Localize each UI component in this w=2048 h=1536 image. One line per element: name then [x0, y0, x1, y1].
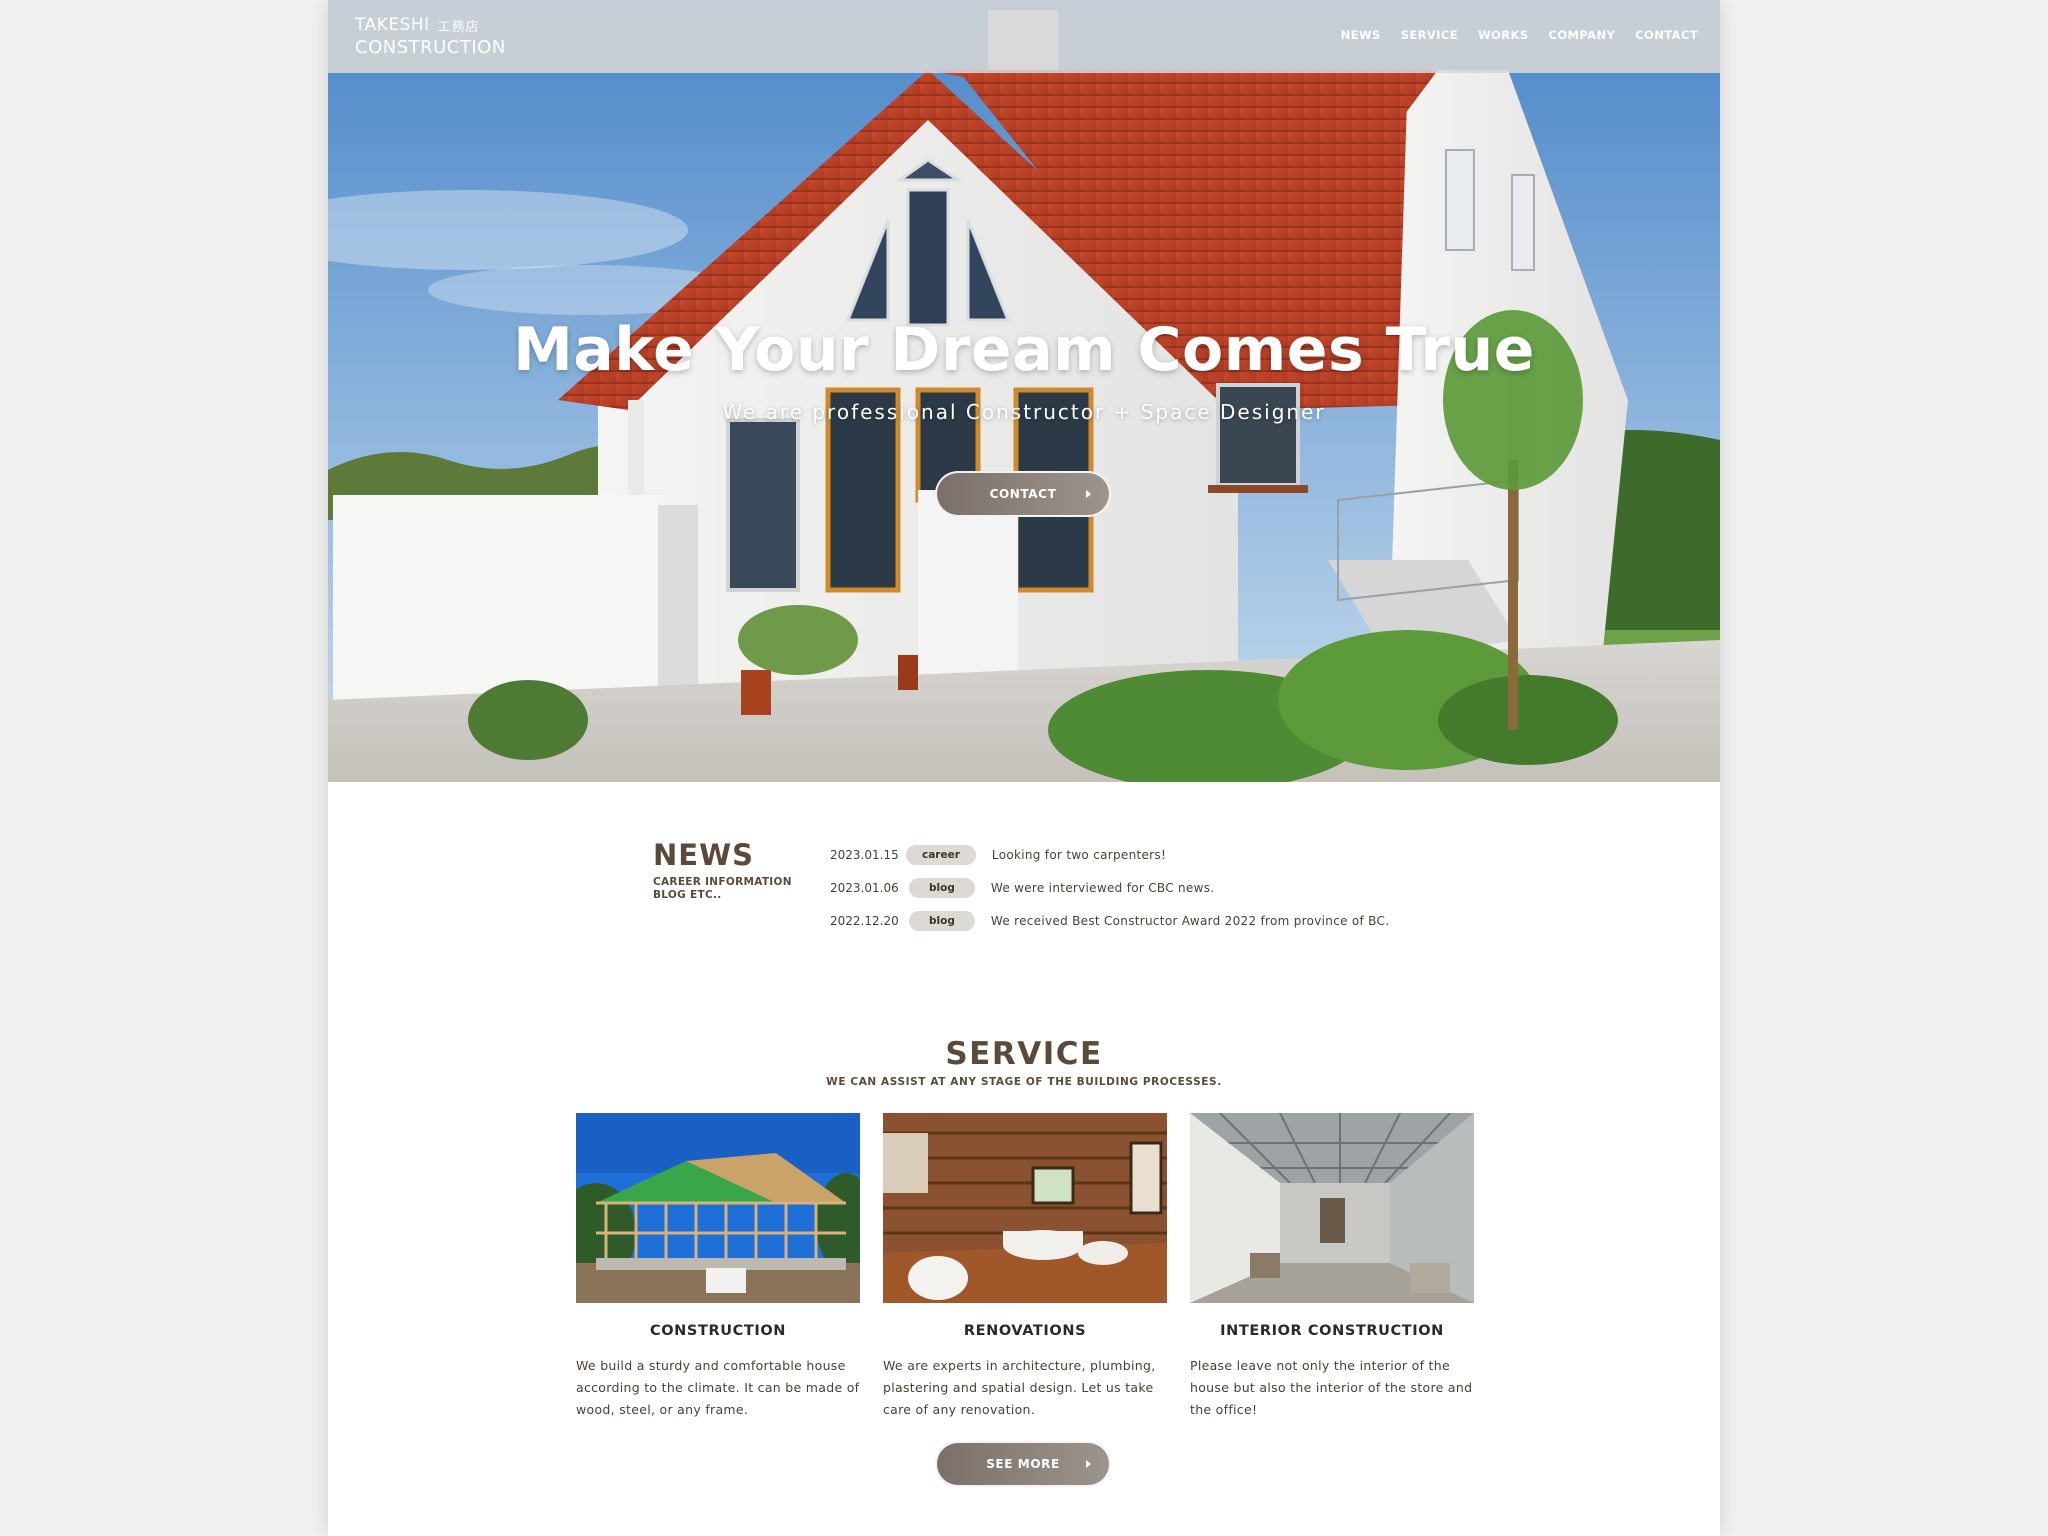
hero-contact-button[interactable]: CONTACT: [935, 471, 1111, 517]
logo-subtitle: CONSTRUCTION: [355, 37, 506, 58]
see-more-button[interactable]: SEE MORE: [935, 1441, 1111, 1487]
service-card-desc: We are experts in architecture, plumbing…: [883, 1358, 1156, 1417]
nav-service[interactable]: SERVICE: [1401, 28, 1458, 42]
service-card-construction[interactable]: CONSTRUCTION We build a sturdy and comfo…: [576, 1113, 860, 1421]
hero-title: Make Your Dream Comes True: [513, 315, 1535, 385]
service-card-desc: We build a sturdy and comfortable house …: [576, 1358, 860, 1417]
service-subtitle: WE CAN ASSIST AT ANY STAGE OF THE BUILDI…: [826, 1076, 1222, 1088]
news-text[interactable]: We received Best Constructor Award 2022 …: [991, 914, 1389, 928]
page: Make Your Dream Comes True We are profes…: [328, 0, 1720, 1536]
news-subtitle-line1: CAREER INFORMATION: [653, 876, 792, 888]
news-title: NEWS: [653, 838, 754, 872]
news-text[interactable]: Looking for two carpenters!: [992, 848, 1166, 862]
news-item[interactable]: 2023.01.15 career Looking for two carpen…: [830, 838, 1389, 871]
service-card-renovations[interactable]: RENOVATIONS We are experts in architectu…: [883, 1113, 1167, 1421]
hero-section: Make Your Dream Comes True We are profes…: [328, 0, 1720, 782]
service-title: SERVICE: [945, 1036, 1103, 1072]
hero-contact-button-label: CONTACT: [989, 487, 1057, 501]
nav-contact[interactable]: CONTACT: [1635, 28, 1698, 42]
hero-house-image: [328, 0, 1720, 782]
news-text[interactable]: We were interviewed for CBC news.: [991, 881, 1215, 895]
service-card-title: INTERIOR CONSTRUCTION: [1220, 1323, 1444, 1339]
service-card-title: CONSTRUCTION: [650, 1323, 786, 1339]
news-subtitle-line2: BLOG ETC..: [653, 889, 722, 901]
service-card-desc: Please leave not only the interior of th…: [1190, 1358, 1473, 1417]
main-nav: NEWS SERVICE WORKS COMPANY CONTACT: [1341, 28, 1698, 42]
news-item[interactable]: 2023.01.06 blog We were interviewed for …: [830, 871, 1389, 904]
news-tag[interactable]: blog: [909, 910, 975, 931]
site-header: TAKESHI 工務店 CONSTRUCTION NEWS SERVICE WO…: [328, 0, 1720, 73]
news-list: 2023.01.15 career Looking for two carpen…: [830, 838, 1389, 937]
logo[interactable]: TAKESHI 工務店 CONSTRUCTION: [355, 14, 506, 58]
logo-kanji: 工務店: [437, 19, 480, 35]
news-heading: NEWS CAREER INFORMATION BLOG ETC..: [653, 838, 792, 902]
nav-news[interactable]: NEWS: [1341, 28, 1381, 42]
nav-company[interactable]: COMPANY: [1549, 28, 1616, 42]
hero-subtitle: We are professional Constructor + Space …: [722, 400, 1326, 424]
interior-construction-image[interactable]: [1190, 1113, 1474, 1303]
chevron-right-icon: [1086, 1460, 1091, 1468]
see-more-label: SEE MORE: [986, 1457, 1060, 1471]
news-date: 2023.01.15: [830, 847, 899, 862]
news-date: 2023.01.06: [830, 880, 899, 895]
news-date: 2022.12.20: [830, 913, 899, 928]
chevron-right-icon: [1086, 490, 1091, 498]
service-card-title: RENOVATIONS: [963, 1323, 1087, 1339]
news-tag[interactable]: career: [906, 844, 976, 865]
news-item[interactable]: 2022.12.20 blog We received Best Constru…: [830, 904, 1389, 937]
logo-name: TAKESHI: [355, 15, 430, 35]
renovations-image[interactable]: [883, 1113, 1167, 1303]
service-card-interior[interactable]: INTERIOR CONSTRUCTION Please leave not o…: [1190, 1113, 1474, 1421]
news-tag[interactable]: blog: [909, 877, 975, 898]
nav-works[interactable]: WORKS: [1478, 28, 1529, 42]
news-subtitle: CAREER INFORMATION BLOG ETC..: [653, 876, 792, 902]
construction-image[interactable]: [576, 1113, 860, 1303]
